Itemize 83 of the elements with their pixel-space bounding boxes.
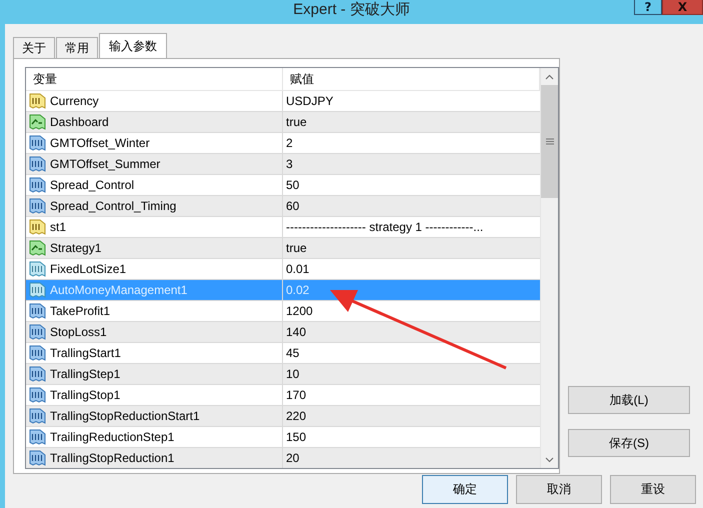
parameter-value[interactable]: 1200 xyxy=(283,301,540,321)
table-row[interactable]: TrailingReductionStep1 150 xyxy=(26,427,540,448)
parameter-value[interactable]: 60 xyxy=(283,196,540,216)
parameter-name: Strategy1 xyxy=(50,240,102,257)
table-row[interactable]: GMTOffset_Winter 2 xyxy=(26,133,540,154)
parameter-value[interactable]: 220 xyxy=(283,406,540,426)
parameter-value[interactable]: 50 xyxy=(283,175,540,195)
dialog-button[interactable]: 取消 xyxy=(516,475,602,504)
parameter-name: TrailingReductionStep1 xyxy=(50,429,174,446)
integer-type-icon xyxy=(29,177,46,193)
parameter-name: TrallingStep1 xyxy=(50,366,120,383)
text-type-icon xyxy=(29,219,46,235)
parameter-value[interactable]: USDJPY xyxy=(283,91,540,111)
parameter-value[interactable]: 140 xyxy=(283,322,540,342)
parameter-value[interactable]: true xyxy=(283,112,540,132)
parameter-value[interactable]: 2 xyxy=(283,133,540,153)
integer-type-icon xyxy=(29,324,46,340)
table-row[interactable]: TakeProfit1 1200 xyxy=(26,301,540,322)
table-row[interactable]: FixedLotSize1 0.01 xyxy=(26,259,540,280)
dialog-button[interactable]: 确定 xyxy=(422,475,508,504)
text-type-icon xyxy=(29,93,46,109)
close-button[interactable]: X xyxy=(662,0,703,15)
parameter-value[interactable]: 170 xyxy=(283,385,540,405)
integer-type-icon xyxy=(29,429,46,445)
dialog-button[interactable]: 重设 xyxy=(610,475,696,504)
parameter-name: st1 xyxy=(50,219,66,236)
integer-type-icon xyxy=(29,450,46,466)
integer-type-icon xyxy=(29,366,46,382)
parameter-name: GMTOffset_Summer xyxy=(50,156,160,173)
parameter-value[interactable]: 150 xyxy=(283,427,540,447)
parameter-name: Spread_Control xyxy=(50,177,134,194)
tab[interactable]: 关于 xyxy=(13,37,55,58)
parameter-name: TrallingStart1 xyxy=(50,345,121,362)
parameter-value[interactable]: 0.01 xyxy=(283,259,540,279)
bool-type-icon xyxy=(29,114,46,130)
tab[interactable]: 常用 xyxy=(56,37,98,58)
parameter-name: TakeProfit1 xyxy=(50,303,110,320)
parameter-name: GMTOffset_Winter xyxy=(50,135,150,152)
parameter-name: AutoMoneyManagement1 xyxy=(50,282,188,299)
table-row[interactable]: TrallingStart1 45 xyxy=(26,343,540,364)
decimal-type-icon xyxy=(29,261,46,277)
parameter-value[interactable]: 3 xyxy=(283,154,540,174)
integer-type-icon xyxy=(29,408,46,424)
scroll-thumb[interactable] xyxy=(541,85,558,198)
table-row[interactable]: Currency USDJPY xyxy=(26,91,540,112)
tab[interactable]: 输入参数 xyxy=(99,33,167,58)
window-title: Expert - 突破大师 xyxy=(293,0,410,20)
parameter-value[interactable]: 10 xyxy=(283,364,540,384)
integer-type-icon xyxy=(29,135,46,151)
table-row[interactable]: TrallingStep1 10 xyxy=(26,364,540,385)
table-row[interactable]: StopLoss1 140 xyxy=(26,322,540,343)
parameter-name: Dashboard xyxy=(50,114,109,131)
parameter-name: TrallingStop1 xyxy=(50,387,120,404)
table-row[interactable]: Spread_Control_Timing 60 xyxy=(26,196,540,217)
parameter-value[interactable]: 20 xyxy=(283,448,540,468)
integer-type-icon xyxy=(29,387,46,403)
table-row[interactable]: TrallingStop1 170 xyxy=(26,385,540,406)
decimal-type-icon xyxy=(29,282,46,298)
table-row[interactable]: GMTOffset_Summer 3 xyxy=(26,154,540,175)
parameter-name: StopLoss1 xyxy=(50,324,107,341)
table-row[interactable]: st1 -------------------- strategy 1 ------------... xyxy=(26,217,540,238)
integer-type-icon xyxy=(29,198,46,214)
table-row[interactable]: TrallingStopReductionStart1 220 xyxy=(26,406,540,427)
dialog-button[interactable]: 加载(L) xyxy=(568,386,690,414)
help-button[interactable]: ? xyxy=(634,0,662,15)
scrollbar[interactable] xyxy=(540,68,558,468)
parameter-name: TrallingStopReductionStart1 xyxy=(50,408,200,425)
table-row[interactable]: TrallingStopReduction1 20 xyxy=(26,448,540,468)
integer-type-icon xyxy=(29,345,46,361)
parameter-name: Spread_Control_Timing xyxy=(50,198,176,215)
parameter-name: FixedLotSize1 xyxy=(50,261,126,278)
parameter-name: Currency xyxy=(50,93,99,110)
parameter-name: TrallingStopReduction1 xyxy=(50,450,174,467)
parameter-value[interactable]: -------------------- strategy 1 ------------... xyxy=(283,217,540,237)
dialog-button[interactable]: 保存(S) xyxy=(568,429,690,457)
table-row[interactable]: Dashboard true xyxy=(26,112,540,133)
bool-type-icon xyxy=(29,240,46,256)
parameter-value[interactable]: true xyxy=(283,238,540,258)
integer-type-icon xyxy=(29,303,46,319)
parameter-value[interactable]: 45 xyxy=(283,343,540,363)
integer-type-icon xyxy=(29,156,46,172)
table-row[interactable]: Spread_Control 50 xyxy=(26,175,540,196)
table-row[interactable]: Strategy1 true xyxy=(26,238,540,259)
